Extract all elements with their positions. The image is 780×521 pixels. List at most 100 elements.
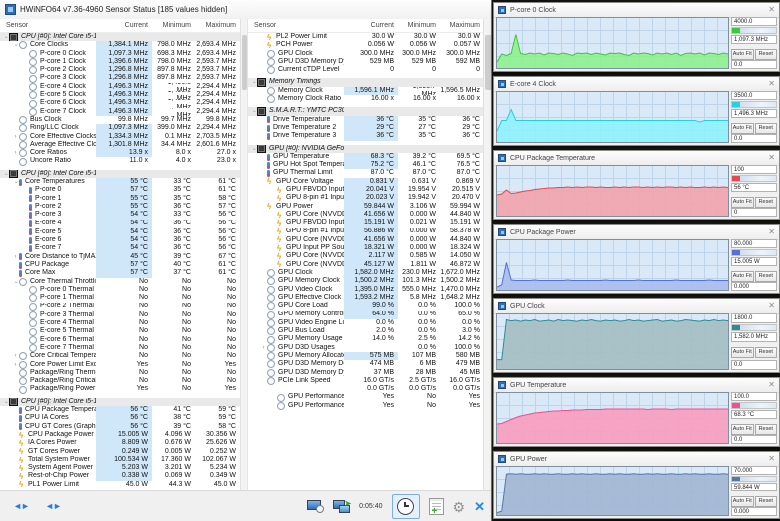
sensor-row[interactable]: P-core 3 Clock1,296.8 MHz897.8 MHz2,593.… xyxy=(0,74,240,82)
sensor-row[interactable]: P-core 1 Thermal ThrottlingNoNoNo xyxy=(0,294,240,302)
sensors-monitor-icon[interactable] xyxy=(307,500,324,513)
sensor-row[interactable]: GPU Clock300.0 MHz300.0 MHz300.0 MHz xyxy=(248,50,484,58)
close-icon[interactable]: ✕ xyxy=(768,80,775,88)
reset-button[interactable]: Reset xyxy=(755,197,778,208)
sensor-row[interactable]: GPU Memory Controller Load64.0 %0.0 %65.… xyxy=(248,311,484,319)
reset-button[interactable]: Reset xyxy=(755,347,778,358)
graph-titlebar[interactable]: GPU Clock✕ xyxy=(494,299,779,314)
sensor-row[interactable]: P-core 354 °C33 °C56 °C xyxy=(0,211,240,219)
sensor-row[interactable]: ϟGPU Core (NVVDD2) Input Power (sum)41.6… xyxy=(248,236,484,244)
move-column-right-button[interactable]: ◄► xyxy=(40,497,66,515)
sensor-row[interactable]: P-core 155 °C35 °C58 °C xyxy=(0,195,240,203)
sensor-row[interactable]: ϟGPU Core Voltage0.831 V0.631 V0.869 V xyxy=(248,178,484,186)
graph-titlebar[interactable]: GPU Power✕ xyxy=(494,452,779,467)
expand-chevron-icon[interactable]: › xyxy=(249,145,257,152)
sensor-row[interactable]: GPU Temperature68.3 °C39.2 °C69.5 °C xyxy=(248,153,484,161)
sensor-row[interactable]: ϟPL2 Power Limit30.0 W30.0 W30.0 W xyxy=(248,33,484,41)
sensor-row[interactable]: GPU D3D Memory Dynamic529 MB529 MB592 MB xyxy=(248,58,484,66)
sensor-row[interactable]: GPU Video Engine Load0.0 %0.0 %0.0 % xyxy=(248,319,484,327)
sensor-row[interactable]: GPU Thermal Limit87.0 °C87.0 °C87.0 °C xyxy=(248,169,484,177)
sensor-row[interactable]: ϟGPU Core (NVVDD) Output Power45.127 W1.… xyxy=(248,261,484,269)
auto-fit-button[interactable]: Auto Fit xyxy=(731,271,754,282)
expand-chevron-icon[interactable]: › xyxy=(249,79,257,86)
sensor-row[interactable]: PCIe Link Speed16.0 GT/s2.5 GT/s16.0 GT/… xyxy=(248,377,484,385)
sensor-row[interactable]: ›GPU D3D Usages0.0 %100.0 % xyxy=(248,344,484,352)
sensor-row[interactable]: GPU Clock1,582.0 MHz230.0 MHz1,672.0 MHz xyxy=(248,269,484,277)
sensor-row[interactable]: ϟGPU Input PP Source Power (sum)18.321 W… xyxy=(248,244,484,252)
sensor-row[interactable]: ϟGPU FBVDD Input Voltage20.041 V19.954 V… xyxy=(248,186,484,194)
sensor-row[interactable]: P-core 0 Thermal ThrottlingNoNoNo xyxy=(0,286,240,294)
expand-chevron-icon[interactable]: › xyxy=(260,344,267,352)
sensor-row[interactable]: ϟGPU Core (NVVDD) Output Power2.117 W0.5… xyxy=(248,252,484,260)
close-icon[interactable]: ✕ xyxy=(768,228,775,236)
sensor-row[interactable]: Memory Clock Ratio16.00 x16.00 x16.00 x xyxy=(248,95,484,103)
sensor-row[interactable]: GPU Video Clock1,395.0 MHz555.0 MHz1,470… xyxy=(248,286,484,294)
settings-gear-icon[interactable]: ⚙ xyxy=(453,500,466,514)
reset-button[interactable]: Reset xyxy=(755,424,778,435)
sensor-row[interactable]: ϟGT Cores Power0.249 W0.005 W0.252 W xyxy=(0,448,240,456)
sensor-row[interactable]: Core Max57 °C37 °C61 °C xyxy=(0,269,240,277)
auto-fit-button[interactable]: Auto Fit xyxy=(731,347,754,358)
sensor-row[interactable]: Drive Temperature 229 °C27 °C29 °C xyxy=(248,124,484,132)
move-column-left-button[interactable]: ◄► xyxy=(8,497,34,515)
uptime-clock-button[interactable] xyxy=(392,494,420,519)
graph-window-cpu-package-temperature[interactable]: CPU Package Temperature✕10056 °CAuto Fit… xyxy=(493,150,780,220)
sensor-row[interactable]: CPU IA Cores56 °C38 °C59 °C xyxy=(0,414,240,422)
sensor-row[interactable]: E-core 6 Clock1,496.3 MHz1,496.0 MHz2,29… xyxy=(0,99,240,107)
graph-titlebar[interactable]: GPU Temperature✕ xyxy=(494,378,779,393)
sensor-row[interactable]: P-core 2 Thermal ThrottlingNoNoNo xyxy=(0,303,240,311)
auto-fit-button[interactable]: Auto Fit xyxy=(731,496,754,507)
expand-chevron-icon[interactable]: › xyxy=(12,253,19,261)
expand-chevron-icon[interactable]: › xyxy=(11,179,19,186)
auto-fit-button[interactable]: Auto Fit xyxy=(731,424,754,435)
graph-window-gpu-clock[interactable]: GPU Clock✕1800.01,582.0 MHzAuto FitReset… xyxy=(493,298,780,373)
sensor-row[interactable]: ϟIA Cores Power8.809 W0.676 W25.626 W xyxy=(0,439,240,447)
sensor-row[interactable]: ›Core Distance to TjMAX45 °C39 °C67 °C xyxy=(0,253,240,261)
add-report-icon[interactable]: + xyxy=(429,498,444,515)
expand-chevron-icon[interactable]: › xyxy=(1,398,9,405)
sensor-group-row[interactable]: ›GPU [#0]: NVIDIA GeForce RTX 3050 Lapt.… xyxy=(248,145,484,153)
expand-chevron-icon[interactable]: › xyxy=(249,108,257,115)
sensor-row[interactable]: ›Core Power Limit ExceededYesNoYes xyxy=(0,361,240,369)
graph-window-gpu-power[interactable]: GPU Power✕70.00059.844 WAuto FitReset0.0… xyxy=(493,451,780,519)
sensor-row[interactable]: Memory Clock1,596.1 MHz1,595.7 MHz1,596.… xyxy=(248,87,484,95)
sensor-row[interactable]: E-core 554 °C36 °C56 °C xyxy=(0,228,240,236)
sensor-group-row[interactable]: ›CPU [#0]: Intel Core i5-12450H xyxy=(0,33,240,41)
close-icon[interactable]: ✕ xyxy=(768,302,775,310)
sensor-row[interactable]: GPU Hot Spot Temperature75.2 °C46.1 °C76… xyxy=(248,161,484,169)
sensor-row[interactable]: Package/Ring Power Limit ExceededYesNoYe… xyxy=(0,385,240,393)
sensor-row[interactable]: Ring/LLC Clock1,097.3 MHz399.0 MHz2,294.… xyxy=(0,124,240,132)
sensor-row[interactable]: GPU Memory Clock1,500.2 MHz101.3 MHz1,50… xyxy=(248,277,484,285)
sensor-row[interactable]: E-core 4 Clock1,496.3 MHz1,496.0 MHz2,29… xyxy=(0,83,240,91)
sensor-row[interactable]: Bus Clock99.8 MHz99.7 MHz99.8 MHz xyxy=(0,116,240,124)
sensor-row[interactable]: E-core 6 Thermal ThrottlingNoNoNo xyxy=(0,336,240,344)
sensor-row[interactable]: ϟGPU Power59.844 W3.106 W59.994 W xyxy=(248,203,484,211)
close-icon[interactable]: ✕ xyxy=(768,455,775,463)
graph-window-p-core-0-clock[interactable]: P-core 0 Clock✕4000.01,097.3 MHzAuto Fit… xyxy=(493,2,780,72)
reset-button[interactable]: Reset xyxy=(755,49,778,60)
sensor-row[interactable]: ϟGPU 8-pin #1 Input Power56.886 W0.000 W… xyxy=(248,228,484,236)
sensor-row[interactable]: E-core 454 °C36 °C56 °C xyxy=(0,220,240,228)
auto-fit-button[interactable]: Auto Fit xyxy=(731,197,754,208)
sensor-row[interactable]: ϟPCH Power0.056 W0.056 W0.057 W xyxy=(248,41,484,49)
sensor-row[interactable]: P-core 1 Clock1,396.6 MHz798.0 MHz2,593.… xyxy=(0,58,240,66)
sensor-row[interactable]: Drive Temperature 336 °C35 °C36 °C xyxy=(248,132,484,140)
sensor-row[interactable]: GPU Memory Usage14.0 %2.5 %14.2 % xyxy=(248,335,484,343)
graph-window-gpu-temperature[interactable]: GPU Temperature✕100.068.3 °CAuto FitRese… xyxy=(493,377,780,447)
expand-chevron-icon[interactable]: › xyxy=(1,34,9,41)
sensor-row[interactable]: GPU Effective Clock1,593.2 MHz5.8 MHz1,6… xyxy=(248,294,484,302)
sensor-row[interactable]: E-core 7 Thermal ThrottlingNoNoNo xyxy=(0,344,240,352)
sensor-row[interactable]: ›Core Critical TemperatureNoNoNo xyxy=(0,352,240,360)
close-icon[interactable]: ✕ xyxy=(768,154,775,162)
sensor-row[interactable]: ϟTotal System Power100.534 W17.360 W102.… xyxy=(0,456,240,464)
sensor-row[interactable]: CPU Package57 °C40 °C61 °C xyxy=(0,261,240,269)
sensor-row[interactable]: E-core 7 Clock1,496.3 MHz1,496.0 MHz2,29… xyxy=(0,108,240,116)
sensor-row[interactable]: ϟGPU FBVDD Input Power15.191 W0.021 W15.… xyxy=(248,219,484,227)
sensor-row[interactable]: ϟSystem Agent Power5.203 W3.201 W5.234 W xyxy=(0,464,240,472)
sensor-row[interactable]: P-core 3 Thermal ThrottlingNoNoNo xyxy=(0,311,240,319)
sensor-row[interactable]: CPU Package Temperature56 °C41 °C59 °C xyxy=(0,406,240,414)
sensor-row[interactable]: GPU Bus Load2.0 %0.0 %3.0 % xyxy=(248,327,484,335)
sensor-row[interactable]: ›Core Clocks1,384.1 MHz798.0 MHz2,693.4 … xyxy=(0,41,240,49)
graph-window-e-core-4-clock[interactable]: E-core 4 Clock✕3500.01,496.3 MHzAuto Fit… xyxy=(493,76,780,146)
sensor-row[interactable]: Package/Ring Thermal ThrottlingNoNoNo xyxy=(0,369,240,377)
